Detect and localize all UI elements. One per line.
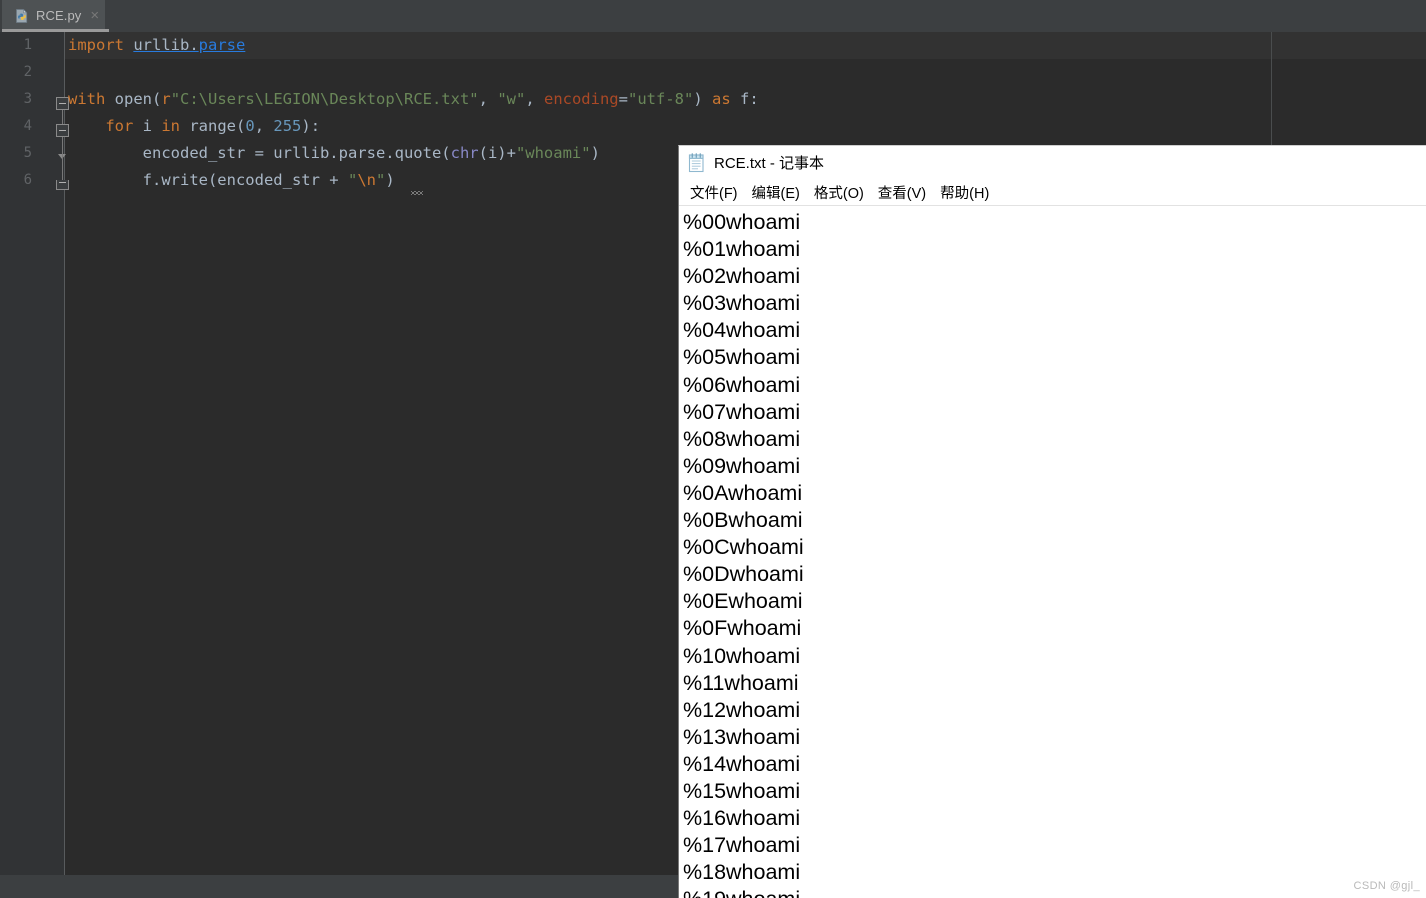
code-token: ( bbox=[152, 90, 162, 108]
notepad-line: %14whoami bbox=[683, 751, 801, 776]
code-token: parse bbox=[198, 36, 246, 54]
code-token: ) bbox=[385, 171, 395, 189]
line-number: 1 bbox=[23, 37, 32, 53]
code-token: ( bbox=[236, 117, 246, 135]
menu-view[interactable]: 查看(V) bbox=[871, 180, 933, 205]
notepad-line: %04whoami bbox=[683, 318, 801, 343]
error-squiggle bbox=[411, 191, 423, 195]
code-token: = bbox=[618, 90, 628, 108]
code-token: "whoami" bbox=[515, 144, 591, 162]
python-file-icon bbox=[14, 8, 30, 24]
tab-rce-py[interactable]: RCE.py × bbox=[2, 0, 106, 31]
code-fold-stem bbox=[62, 137, 63, 183]
notepad-line: %08whoami bbox=[683, 426, 801, 451]
code-token: ): bbox=[301, 117, 321, 135]
notepad-line: %03whoami bbox=[683, 291, 801, 316]
code-token: chr bbox=[450, 144, 479, 162]
code-token: ) bbox=[590, 144, 600, 162]
code-token: import bbox=[68, 36, 134, 54]
code-line: encoded_str = urllib.parse.quote(chr(i)+… bbox=[68, 140, 600, 167]
notepad-line: %12whoami bbox=[683, 697, 801, 722]
tab-label: RCE.py bbox=[36, 8, 82, 23]
notepad-window[interactable]: RCE.txt - 记事本 文件(F) 编辑(E) 格式(O) 查看(V) 帮助… bbox=[678, 145, 1426, 898]
notepad-line: %18whoami bbox=[683, 860, 801, 885]
code-token: "utf-8" bbox=[627, 90, 694, 108]
code-token: with bbox=[68, 90, 115, 108]
notepad-line: %07whoami bbox=[683, 399, 801, 424]
notepad-line: %15whoami bbox=[683, 778, 801, 803]
notepad-line: %00whoami bbox=[683, 210, 801, 234]
code-token: (i)+ bbox=[478, 144, 516, 162]
notepad-line: %0Awhoami bbox=[683, 480, 803, 505]
notepad-line: %0Dwhoami bbox=[683, 562, 804, 587]
code-token: r bbox=[161, 90, 171, 108]
code-token: ) bbox=[693, 90, 712, 108]
code-line: f.write(encoded_str + "\n") bbox=[68, 167, 395, 194]
code-token: f.write(encoded_str + bbox=[68, 171, 348, 189]
notepad-menu-bar[interactable]: 文件(F) 编辑(E) 格式(O) 查看(V) 帮助(H) bbox=[679, 179, 1426, 206]
code-token: for bbox=[105, 117, 143, 135]
line-number: 5 bbox=[23, 145, 32, 161]
code-token: in bbox=[161, 117, 190, 135]
menu-format[interactable]: 格式(O) bbox=[807, 180, 871, 205]
menu-edit[interactable]: 编辑(E) bbox=[745, 180, 807, 205]
notepad-text-area[interactable]: %00whoami %01whoami %02whoami %03whoami %04w… bbox=[679, 206, 1426, 898]
code-token: , bbox=[478, 90, 498, 108]
code-token: "w" bbox=[497, 90, 526, 108]
code-token: " bbox=[347, 171, 358, 189]
code-token: , bbox=[254, 117, 274, 135]
notepad-line: %0Fwhoami bbox=[683, 616, 802, 641]
code-token: f: bbox=[739, 90, 759, 108]
code-line: for i in range(0, 255): bbox=[68, 113, 320, 140]
notepad-line: %0Ewhoami bbox=[683, 589, 803, 614]
notepad-line: %02whoami bbox=[683, 264, 801, 289]
code-line: with open(r"C:\Users\LEGION\Desktop\RCE.… bbox=[68, 86, 759, 113]
code-token: range bbox=[189, 117, 236, 135]
csdn-watermark: CSDN @gjl_ bbox=[1353, 880, 1420, 892]
notepad-line: %16whoami bbox=[683, 806, 801, 831]
code-token: encoded_str = urllib.parse.quote( bbox=[68, 144, 451, 162]
close-icon[interactable]: × bbox=[90, 8, 99, 23]
code-line: import urllib.parse bbox=[68, 32, 245, 59]
code-token: as bbox=[711, 90, 740, 108]
line-number: 2 bbox=[23, 64, 32, 80]
code-token: " bbox=[375, 171, 386, 189]
notepad-title: RCE.txt - 记事本 bbox=[714, 155, 825, 172]
notepad-line: %09whoami bbox=[683, 453, 801, 478]
notepad-line: %19whoami bbox=[683, 886, 1426, 898]
notepad-line: %11whoami bbox=[683, 670, 799, 695]
code-token: \n bbox=[357, 171, 376, 189]
code-token: "C:\Users\LEGION\Desktop\RCE.txt" bbox=[170, 90, 479, 108]
notepad-line: %05whoami bbox=[683, 345, 801, 370]
code-token: urllib. bbox=[133, 36, 199, 54]
menu-file[interactable]: 文件(F) bbox=[683, 180, 745, 205]
notepad-line: %01whoami bbox=[683, 237, 801, 262]
notepad-line: %17whoami bbox=[683, 833, 801, 858]
line-number: 4 bbox=[23, 118, 32, 134]
code-token: encoding bbox=[543, 90, 619, 108]
code-token: , bbox=[525, 90, 544, 108]
code-token: 0 bbox=[245, 117, 255, 135]
notepad-line: %13whoami bbox=[683, 724, 801, 749]
line-number: 3 bbox=[23, 91, 32, 107]
code-token: open bbox=[114, 90, 152, 108]
line-number: 6 bbox=[23, 172, 32, 188]
notepad-line: %06whoami bbox=[683, 372, 801, 397]
notepad-line: %10whoami bbox=[683, 643, 801, 668]
menu-help[interactable]: 帮助(H) bbox=[933, 180, 996, 205]
notepad-icon bbox=[688, 152, 706, 173]
editor-tab-bar: RCE.py × bbox=[0, 0, 1426, 33]
code-token: i bbox=[142, 117, 162, 135]
caret-line-highlight bbox=[65, 32, 1426, 59]
code-token: 255 bbox=[273, 117, 302, 135]
notepad-title-bar[interactable]: RCE.txt - 记事本 bbox=[679, 146, 1426, 179]
notepad-line: %0Bwhoami bbox=[683, 508, 803, 533]
notepad-line: %0Cwhoami bbox=[683, 535, 804, 560]
